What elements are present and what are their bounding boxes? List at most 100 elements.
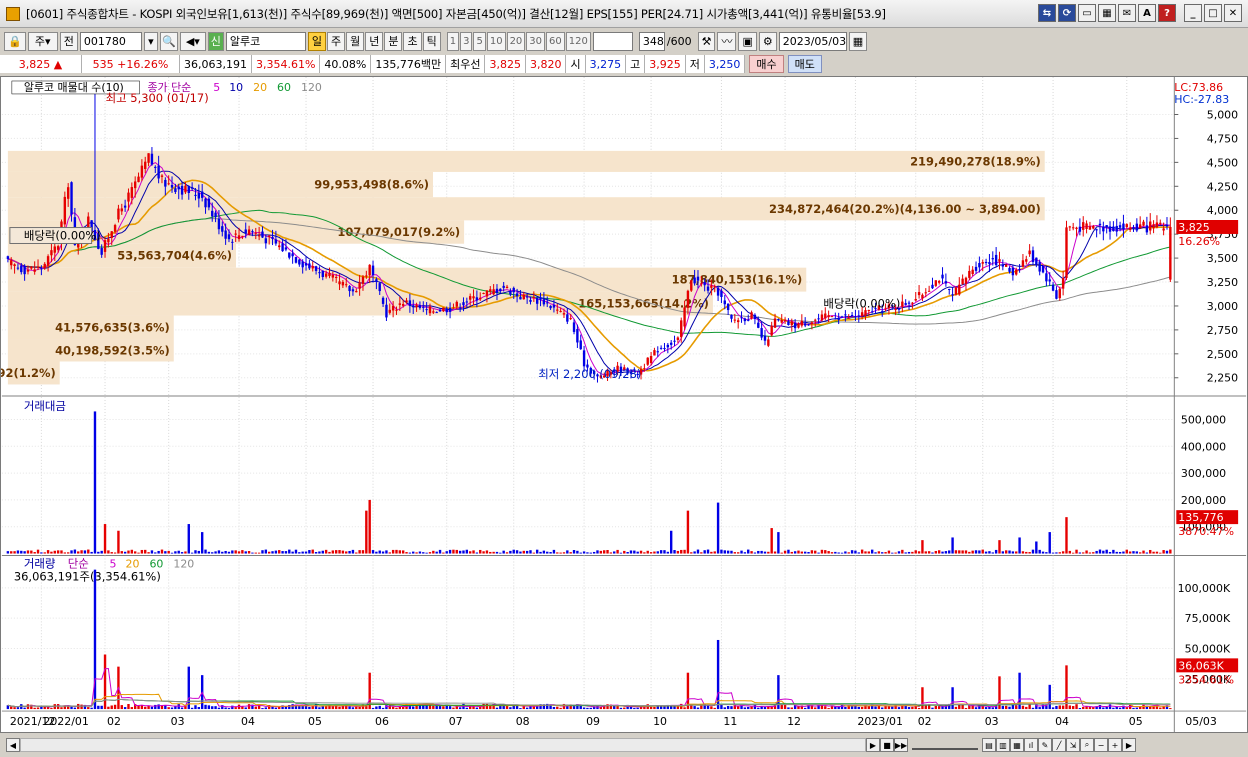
line-icon[interactable]: ╱ [1052, 738, 1066, 752]
help-icon[interactable]: ? [1158, 4, 1176, 22]
x-tick-label: 08 [516, 715, 530, 728]
period-6[interactable]: 틱 [422, 31, 441, 51]
interval-120[interactable]: 120 [565, 31, 591, 51]
amount-bar [860, 549, 864, 554]
volume-bar [468, 706, 472, 710]
window-icon[interactable]: ▭ [1078, 4, 1096, 22]
volume-bar [834, 706, 837, 710]
candle-body [288, 252, 291, 258]
zoom-slider[interactable] [912, 740, 978, 750]
search-icon[interactable]: 🔍 [159, 31, 178, 51]
period-0[interactable]: 일 [307, 31, 326, 51]
code-dropdown-icon[interactable]: ▾ [143, 31, 158, 51]
minimize-button[interactable]: _ [1184, 4, 1202, 22]
buy-button[interactable]: 매수 [749, 55, 784, 73]
amount-bar [767, 551, 770, 554]
amount-bar [1092, 552, 1095, 554]
play-icon[interactable]: ▶ [866, 738, 880, 752]
interval-60[interactable]: 60 [546, 31, 565, 51]
bar-count-input[interactable]: 348 [638, 31, 665, 51]
export-icon[interactable]: ⇲ [1066, 738, 1080, 752]
fast-forward-icon[interactable]: ▶▶ [894, 738, 908, 752]
candle-body [817, 318, 820, 320]
period-1[interactable]: 주 [326, 31, 346, 51]
interval-3[interactable]: 3 [460, 31, 473, 51]
draw-icon[interactable]: ✎ [1038, 738, 1052, 752]
type-select[interactable]: 주 ▾ [27, 31, 58, 51]
amount-bar [1149, 549, 1152, 554]
stock-name-field[interactable]: 알루코 [225, 31, 306, 51]
volume-bar [348, 706, 351, 710]
candle-body [830, 316, 834, 318]
candle-body [733, 319, 737, 321]
prev-button[interactable]: 전 [59, 31, 78, 51]
speaker-icon[interactable]: ◀▾ [179, 31, 206, 51]
candle-body [944, 281, 948, 284]
candle-body [428, 306, 432, 314]
candle-body [422, 306, 425, 308]
volume-bar [338, 706, 341, 710]
candle-body [113, 225, 117, 232]
volume-bar [710, 706, 713, 710]
scroll-left-icon[interactable]: ◀ [6, 738, 20, 752]
amount-bar [803, 551, 807, 554]
volume-bar [217, 707, 221, 710]
x-tick-label: 06 [375, 715, 389, 728]
font-icon[interactable]: A [1138, 4, 1156, 22]
amount-bar [733, 552, 737, 554]
interval-10[interactable]: 10 [486, 31, 506, 51]
sync-icon[interactable]: ⟳ [1058, 4, 1076, 22]
sell-button[interactable]: 매도 [787, 55, 822, 73]
scroll-track[interactable] [20, 738, 866, 752]
amount-bar [864, 551, 867, 554]
amount-bar [445, 551, 448, 554]
scroll-right-icon[interactable]: ▶ [1122, 738, 1136, 752]
interval-5[interactable]: 5 [473, 31, 486, 51]
candle-body [907, 302, 911, 304]
volume-bar [720, 704, 723, 710]
amount-bar [405, 552, 408, 554]
bar-icon[interactable]: ıl [1024, 738, 1038, 752]
amount-bar [46, 550, 50, 554]
save-icon[interactable]: ▣ [738, 31, 757, 51]
amount-bar [1128, 551, 1132, 554]
layout2-icon[interactable]: ▥ [996, 738, 1010, 752]
interval-1[interactable]: 1 [446, 31, 460, 51]
interval-input[interactable] [592, 31, 633, 51]
zoom-icon[interactable]: ⌕ [1080, 738, 1094, 752]
mail-icon[interactable]: ✉ [1118, 4, 1136, 22]
calendar-icon[interactable]: ▦ [848, 31, 868, 51]
settings-icon[interactable]: ⚙ [758, 31, 777, 51]
interval-30[interactable]: 30 [526, 31, 546, 51]
candle-body [137, 176, 140, 183]
date-input[interactable]: 2023/05/03 [778, 31, 847, 51]
zoom-out-icon[interactable]: − [1094, 738, 1108, 752]
tool-icon[interactable]: ⚒ [697, 31, 716, 51]
pause-icon[interactable]: ■ [880, 738, 894, 752]
volume-bar [1004, 705, 1008, 710]
zoom-in-icon[interactable]: + [1108, 738, 1122, 752]
close-button[interactable]: ✕ [1224, 4, 1242, 22]
amount-bar [556, 552, 559, 554]
trend-icon[interactable]: 〰 [717, 31, 737, 51]
layout3-icon[interactable]: ▦ [1010, 738, 1024, 752]
volume-bar [381, 707, 385, 710]
stock-code-input[interactable]: 001780 [79, 31, 142, 51]
period-4[interactable]: 분 [384, 31, 403, 51]
amount-bar [592, 551, 596, 554]
maximize-button[interactable]: □ [1204, 4, 1222, 22]
amount-bar [334, 550, 338, 554]
layout1-icon[interactable]: ▤ [982, 738, 996, 752]
stock-chart[interactable]: 2021/122022/01 02 03 04 05 06 07 08 09 10 11 12 2023… [0, 76, 1248, 733]
lock-icon[interactable]: 🔒 [4, 31, 26, 51]
period-3[interactable]: 년 [365, 31, 384, 51]
interval-20[interactable]: 20 [506, 31, 526, 51]
candle-body [659, 347, 663, 349]
ma-legend-120: 120 [301, 81, 322, 94]
window-controls: ⇆ ⟳ ▭ ▦ ✉ A ? _ □ ✕ [1038, 4, 1242, 22]
period-2[interactable]: 월 [346, 31, 365, 51]
period-5[interactable]: 초 [403, 31, 422, 51]
link-icon[interactable]: ⇆ [1038, 4, 1056, 22]
volume-bar [244, 707, 247, 710]
grid-icon[interactable]: ▦ [1098, 4, 1116, 22]
